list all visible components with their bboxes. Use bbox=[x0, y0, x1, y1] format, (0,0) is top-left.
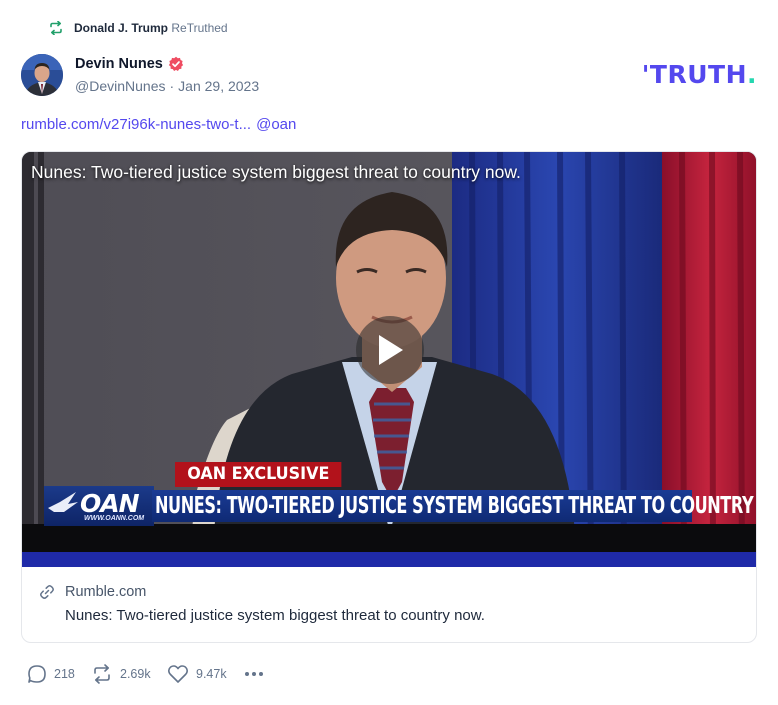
link-preview-card[interactable]: Nunes: Two-tiered justice system biggest… bbox=[21, 151, 757, 643]
reply-count: 218 bbox=[54, 667, 75, 681]
post-body: rumble.com/v27i96k-nunes-two-t... @oan bbox=[21, 116, 296, 133]
oan-logo: OAN WWW.OANN.COM bbox=[44, 486, 154, 526]
more-options-button[interactable] bbox=[244, 671, 264, 677]
play-button[interactable] bbox=[356, 316, 424, 384]
retruth-header: Donald J. Trump ReTruthed bbox=[48, 18, 228, 38]
post-actions: 218 2.69k 9.47k bbox=[27, 664, 264, 684]
post-link[interactable]: rumble.com/v27i96k-nunes-two-t... bbox=[21, 116, 251, 133]
verified-badge-icon bbox=[168, 56, 183, 71]
retruth-user-link[interactable]: Donald J. Trump bbox=[74, 21, 168, 35]
card-description: Nunes: Two-tiered justice system biggest… bbox=[65, 607, 485, 624]
author-name[interactable]: Devin Nunes bbox=[75, 56, 163, 72]
author-handle[interactable]: @DevinNunes bbox=[75, 78, 165, 94]
like-count: 9.47k bbox=[196, 667, 227, 681]
mention-link[interactable]: @oan bbox=[256, 116, 296, 133]
post-date[interactable]: Jan 29, 2023 bbox=[178, 78, 259, 94]
logo-dot: . bbox=[747, 60, 757, 89]
retruth-action-icon bbox=[94, 664, 110, 684]
network-url: WWW.OANN.COM bbox=[84, 515, 145, 522]
meta-separator: · bbox=[169, 78, 175, 94]
network-name: OAN bbox=[80, 489, 140, 518]
card-source[interactable]: Rumble.com bbox=[65, 584, 146, 600]
news-chyron: OAN EXCLUSIVE OAN WWW.OANN.COM NUNES: TW… bbox=[22, 460, 756, 567]
like-button[interactable]: 9.47k bbox=[167, 664, 244, 684]
retruth-icon bbox=[50, 21, 62, 35]
truth-social-logo: 'TRUTH. bbox=[641, 60, 757, 89]
link-icon bbox=[40, 585, 54, 599]
logo-wordmark: TRUTH bbox=[649, 60, 747, 89]
heart-icon bbox=[168, 665, 188, 683]
chyron-headline-box: NUNES: TWO-TIERED JUSTICE SYSTEM BIGGEST… bbox=[152, 490, 756, 522]
retruth-button[interactable]: 2.69k bbox=[91, 664, 167, 684]
post-author: Devin Nunes @DevinNunes · Jan 29, 2023 bbox=[75, 55, 259, 94]
retruth-label: ReTruthed bbox=[171, 21, 228, 35]
video-player[interactable]: Nunes: Two-tiered justice system biggest… bbox=[22, 152, 756, 567]
more-horizontal-icon bbox=[245, 672, 263, 676]
chyron-headline: NUNES: TWO-TIERED JUSTICE SYSTEM BIGGEST… bbox=[155, 493, 757, 519]
retruth-count: 2.69k bbox=[120, 667, 151, 681]
avatar[interactable] bbox=[21, 54, 63, 96]
play-icon bbox=[379, 335, 403, 365]
chyron-tag: OAN EXCLUSIVE bbox=[175, 462, 342, 487]
card-footer: Rumble.com Nunes: Two-tiered justice sys… bbox=[22, 567, 756, 642]
video-title: Nunes: Two-tiered justice system biggest… bbox=[31, 162, 521, 182]
reply-button[interactable]: 218 bbox=[27, 664, 91, 684]
reply-icon bbox=[28, 665, 46, 683]
avatar-image bbox=[21, 54, 63, 96]
eagle-icon bbox=[48, 492, 78, 512]
